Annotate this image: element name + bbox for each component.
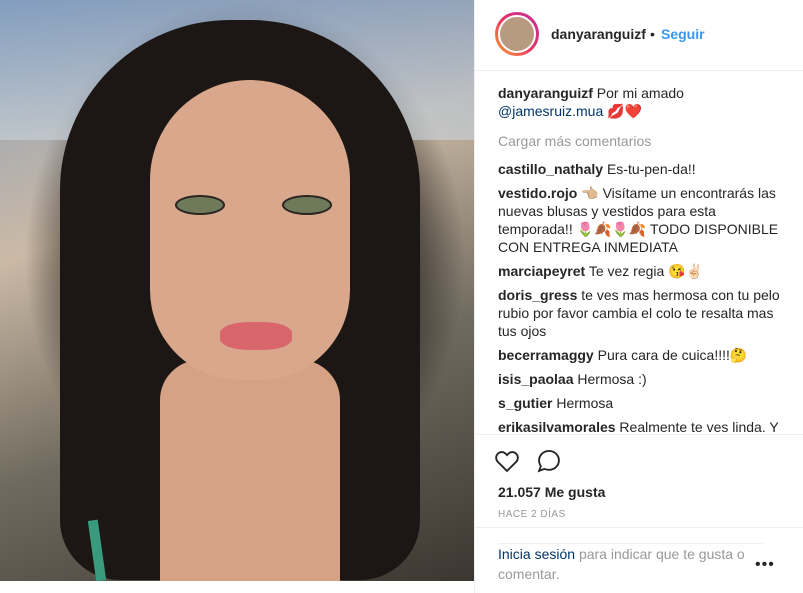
divider [475, 527, 803, 528]
caption: danyaranguizf Por mi amado @jamesruiz.mu… [498, 84, 788, 120]
comment-username[interactable]: isis_paolaa [498, 371, 574, 387]
login-prompt: Inicia sesión para indicar que te gusta … [498, 543, 763, 584]
list-item: castillo_nathaly Es-tu-pen-da!! [498, 160, 788, 178]
comment-username[interactable]: doris_gress [498, 287, 577, 303]
list-item: vestido.rojo 👈🏼 Visítame un encontrarás … [498, 184, 788, 256]
list-item: becerramaggy Pura cara de cuica!!!!🤔 [498, 346, 788, 364]
comment-username[interactable]: vestido.rojo [498, 185, 577, 201]
comment-icon[interactable] [535, 447, 563, 475]
load-more-comments-button[interactable]: Cargar más comentarios [498, 132, 788, 150]
avatar-image [498, 15, 536, 53]
list-item: s_gutier Hermosa [498, 394, 788, 412]
author-username[interactable]: danyaranguizf [551, 26, 646, 42]
list-item: marciapeyret Te vez regia 😘✌🏻 [498, 262, 788, 280]
post-sidebar: danyaranguizf • Seguir danyaranguizf Por… [474, 0, 803, 593]
caption-text: Por mi amado [596, 85, 684, 101]
comment-username[interactable]: castillo_nathaly [498, 161, 603, 177]
profile-avatar[interactable] [495, 12, 539, 56]
comment-text: Es-tu-pen-da!! [606, 161, 696, 177]
list-item: doris_gress te ves mas hermosa con tu pe… [498, 286, 788, 340]
comment-username[interactable]: erikasilvamorales [498, 419, 616, 432]
comment-username[interactable]: s_gutier [498, 395, 552, 411]
comment-username[interactable]: becerramaggy [498, 347, 594, 363]
photo-lips [220, 322, 292, 350]
post-timestamp: HACE 2 DÍAS [498, 509, 566, 520]
comments-list: danyaranguizf Por mi amado @jamesruiz.mu… [498, 84, 788, 432]
caption-mention[interactable]: @jamesruiz.mua [498, 103, 603, 119]
comment-username[interactable]: marciapeyret [498, 263, 585, 279]
comment-text: Hermosa :) [577, 371, 647, 387]
caption-username[interactable]: danyaranguizf [498, 85, 593, 101]
follow-button[interactable]: Seguir [661, 26, 705, 42]
comment-text: Pura cara de cuica!!!!🤔 [597, 347, 748, 363]
post-photo[interactable] [0, 0, 474, 581]
login-link[interactable]: Inicia sesión [498, 546, 575, 562]
photo-right-eye [282, 195, 332, 215]
heart-icon[interactable] [493, 447, 521, 475]
photo-neck [160, 360, 340, 581]
list-item: erikasilvamorales Realmente te ves linda… [498, 418, 788, 432]
more-options-icon[interactable]: ••• [755, 556, 775, 574]
caption-emoji: 💋❤️ [607, 103, 643, 119]
likes-count[interactable]: 21.057 Me gusta [498, 484, 605, 500]
comment-text: Hermosa [556, 395, 614, 411]
post-actions: 21.057 Me gusta HACE 2 DÍAS [475, 434, 803, 525]
post-header: danyaranguizf • Seguir [475, 0, 803, 71]
comment-text: Realmente te ves linda. Y [619, 419, 779, 432]
comment-text: Te vez regia 😘✌🏻 [588, 263, 704, 279]
list-item: isis_paolaa Hermosa :) [498, 370, 788, 388]
photo-left-eye [175, 195, 225, 215]
follow-separator: • [650, 26, 655, 42]
